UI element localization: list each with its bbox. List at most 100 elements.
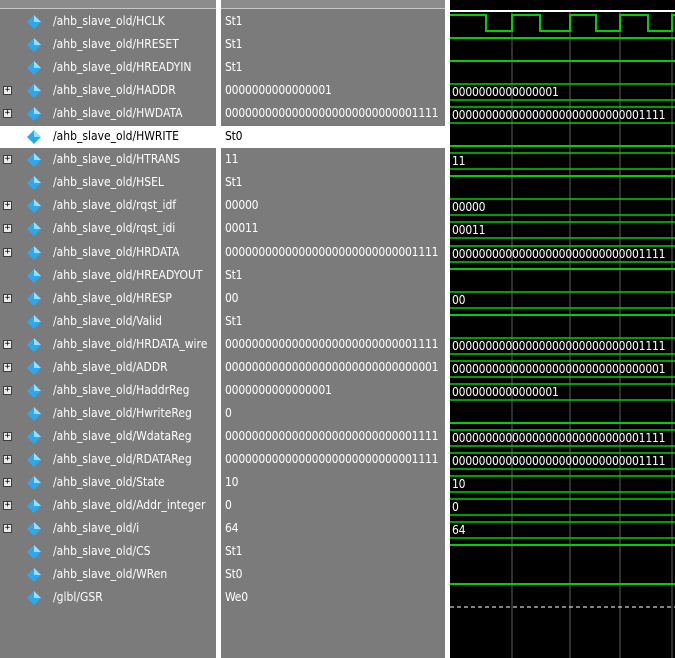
signal-value-row[interactable]: 0 [221,495,445,517]
signal-row[interactable]: + /ahb_slave_old/HaddrReg [0,380,220,402]
expand-icon[interactable]: + [3,224,12,233]
signal-row[interactable]: + /ahb_slave_old/HWDATA [0,103,220,125]
expand-icon[interactable]: + [3,340,12,349]
signal-value: St1 [225,314,243,328]
signal-row[interactable]: + /ahb_slave_old/HTRANS [0,149,220,171]
signal-name: /ahb_slave_old/HRESET [53,37,179,51]
signal-diamond-icon [27,130,41,144]
signal-value-row[interactable]: St1 [221,57,445,79]
signal-row[interactable]: /ahb_slave_old/CS [0,541,220,563]
signal-value-row[interactable]: 64 [221,518,445,540]
signal-name: /ahb_slave_old/i [53,521,140,535]
signal-value-row[interactable]: St1 [221,34,445,56]
signal-value: St1 [225,268,243,282]
signal-diamond-icon [27,269,41,283]
bus-value-label: 00000000000000000000000000001111 [452,108,666,122]
signal-row[interactable]: /ahb_slave_old/HWRITE [0,126,220,148]
signal-value-row[interactable]: St0 [221,126,445,148]
expand-icon[interactable]: + [3,201,12,210]
signal-value: 00 [225,291,239,305]
expand-icon[interactable]: + [3,432,12,441]
bus-value-label: 00000 [452,200,486,214]
signal-value-row[interactable]: St1 [221,11,445,33]
signal-row[interactable]: /ahb_slave_old/HCLK [0,11,220,33]
expand-icon[interactable]: + [3,478,12,487]
signal-row[interactable]: /ahb_slave_old/HREADYOUT [0,265,220,287]
signal-value-row[interactable]: We0 [221,587,445,609]
signal-value-row[interactable]: 0000000000000001 [221,380,445,402]
signal-diamond-icon [27,176,41,190]
signal-row[interactable]: /ahb_slave_old/HSEL [0,172,220,194]
expand-icon[interactable]: + [3,294,12,303]
expand-icon[interactable]: + [3,455,12,464]
expand-icon[interactable]: + [3,501,12,510]
signal-value-row[interactable]: St1 [221,265,445,287]
expand-icon[interactable]: + [3,109,12,118]
signal-value-row[interactable]: 00000000000000000000000000001111 [221,426,445,448]
signal-value-row[interactable]: 0000000000000001 [221,80,445,102]
signal-diamond-icon [27,384,41,398]
signal-value-row[interactable]: 00000000000000000000000000001111 [221,334,445,356]
signal-value-row[interactable]: 10 [221,472,445,494]
signal-row[interactable]: /ahb_slave_old/Valid [0,311,220,333]
signal-value-row[interactable]: St1 [221,541,445,563]
signal-row[interactable]: + /ahb_slave_old/rqst_idf [0,195,220,217]
signal-value: 00000000000000000000000000001111 [225,106,439,120]
signal-row[interactable]: /ahb_slave_old/WRen [0,564,220,586]
signal-name: /ahb_slave_old/HwriteReg [53,406,192,420]
signal-value-row[interactable]: 00000 [221,195,445,217]
signal-value-row[interactable]: 00000000000000000000000000001111 [221,242,445,264]
expand-icon[interactable]: + [3,524,12,533]
signal-value-row[interactable]: 00 [221,288,445,310]
signal-row[interactable]: + /ahb_slave_old/ADDR [0,357,220,379]
signal-row[interactable]: + /ahb_slave_old/HADDR [0,80,220,102]
signal-row[interactable]: /glbl/GSR [0,587,220,609]
signal-diamond-icon [27,476,41,490]
signal-row[interactable]: /ahb_slave_old/HRESET [0,34,220,56]
values-column-header[interactable] [221,0,445,9]
signal-value-row[interactable]: 00000000000000000000000000001111 [221,103,445,125]
bus-value-label: 10 [452,477,466,491]
signal-row[interactable]: + /ahb_slave_old/HRESP [0,288,220,310]
bus-value-label: 0000000000000001 [452,85,559,99]
bus-value-label: 0 [452,500,459,514]
signal-value-row[interactable]: 00000000000000000000000000000001 [221,357,445,379]
signal-value-row[interactable]: 11 [221,149,445,171]
signal-value-row[interactable]: St0 [221,564,445,586]
names-column-header[interactable] [0,0,220,9]
signal-value: 00000000000000000000000000001111 [225,245,439,259]
signal-row[interactable]: /ahb_slave_old/HREADYIN [0,57,220,79]
signal-row[interactable]: /ahb_slave_old/HwriteReg [0,403,220,425]
signal-value: We0 [225,590,248,604]
signal-value-row[interactable]: 00000000000000000000000000001111 [221,449,445,471]
signal-value-row[interactable]: St1 [221,311,445,333]
expand-icon[interactable]: + [3,386,12,395]
signal-diamond-icon [27,545,41,559]
expand-icon[interactable]: + [3,363,12,372]
signal-row[interactable]: + /ahb_slave_old/Addr_integer [0,495,220,517]
signal-row[interactable]: + /ahb_slave_old/State [0,472,220,494]
signal-name: /ahb_slave_old/rqst_idi [53,221,176,235]
signal-row[interactable]: + /ahb_slave_old/HRDATA_wire [0,334,220,356]
expand-icon[interactable]: + [3,86,12,95]
signal-value-row[interactable]: 00011 [221,218,445,240]
signal-name: /ahb_slave_old/HREADYIN [53,60,192,74]
expand-icon[interactable]: + [3,155,12,164]
signal-diamond-icon [27,568,41,582]
signal-row[interactable]: + /ahb_slave_old/HRDATA [0,242,220,264]
signal-row[interactable]: + /ahb_slave_old/RDATAReg [0,449,220,471]
signal-value: St1 [225,14,243,28]
signal-value: St1 [225,60,243,74]
signal-value-row[interactable]: St1 [221,172,445,194]
signal-value: St1 [225,544,243,558]
signal-row[interactable]: + /ahb_slave_old/rqst_idi [0,218,220,240]
signal-row[interactable]: + /ahb_slave_old/i [0,518,220,540]
waveform-area[interactable]: 0000000000000001 000000000000000000000000… [450,0,675,658]
expand-icon[interactable]: + [3,248,12,257]
signal-value-row[interactable]: 0 [221,403,445,425]
signal-value: St0 [225,129,243,143]
signal-diamond-icon [27,292,41,306]
signal-row[interactable]: + /ahb_slave_old/WdataReg [0,426,220,448]
signal-diamond-icon [27,38,41,52]
clock-waveform [450,14,675,32]
